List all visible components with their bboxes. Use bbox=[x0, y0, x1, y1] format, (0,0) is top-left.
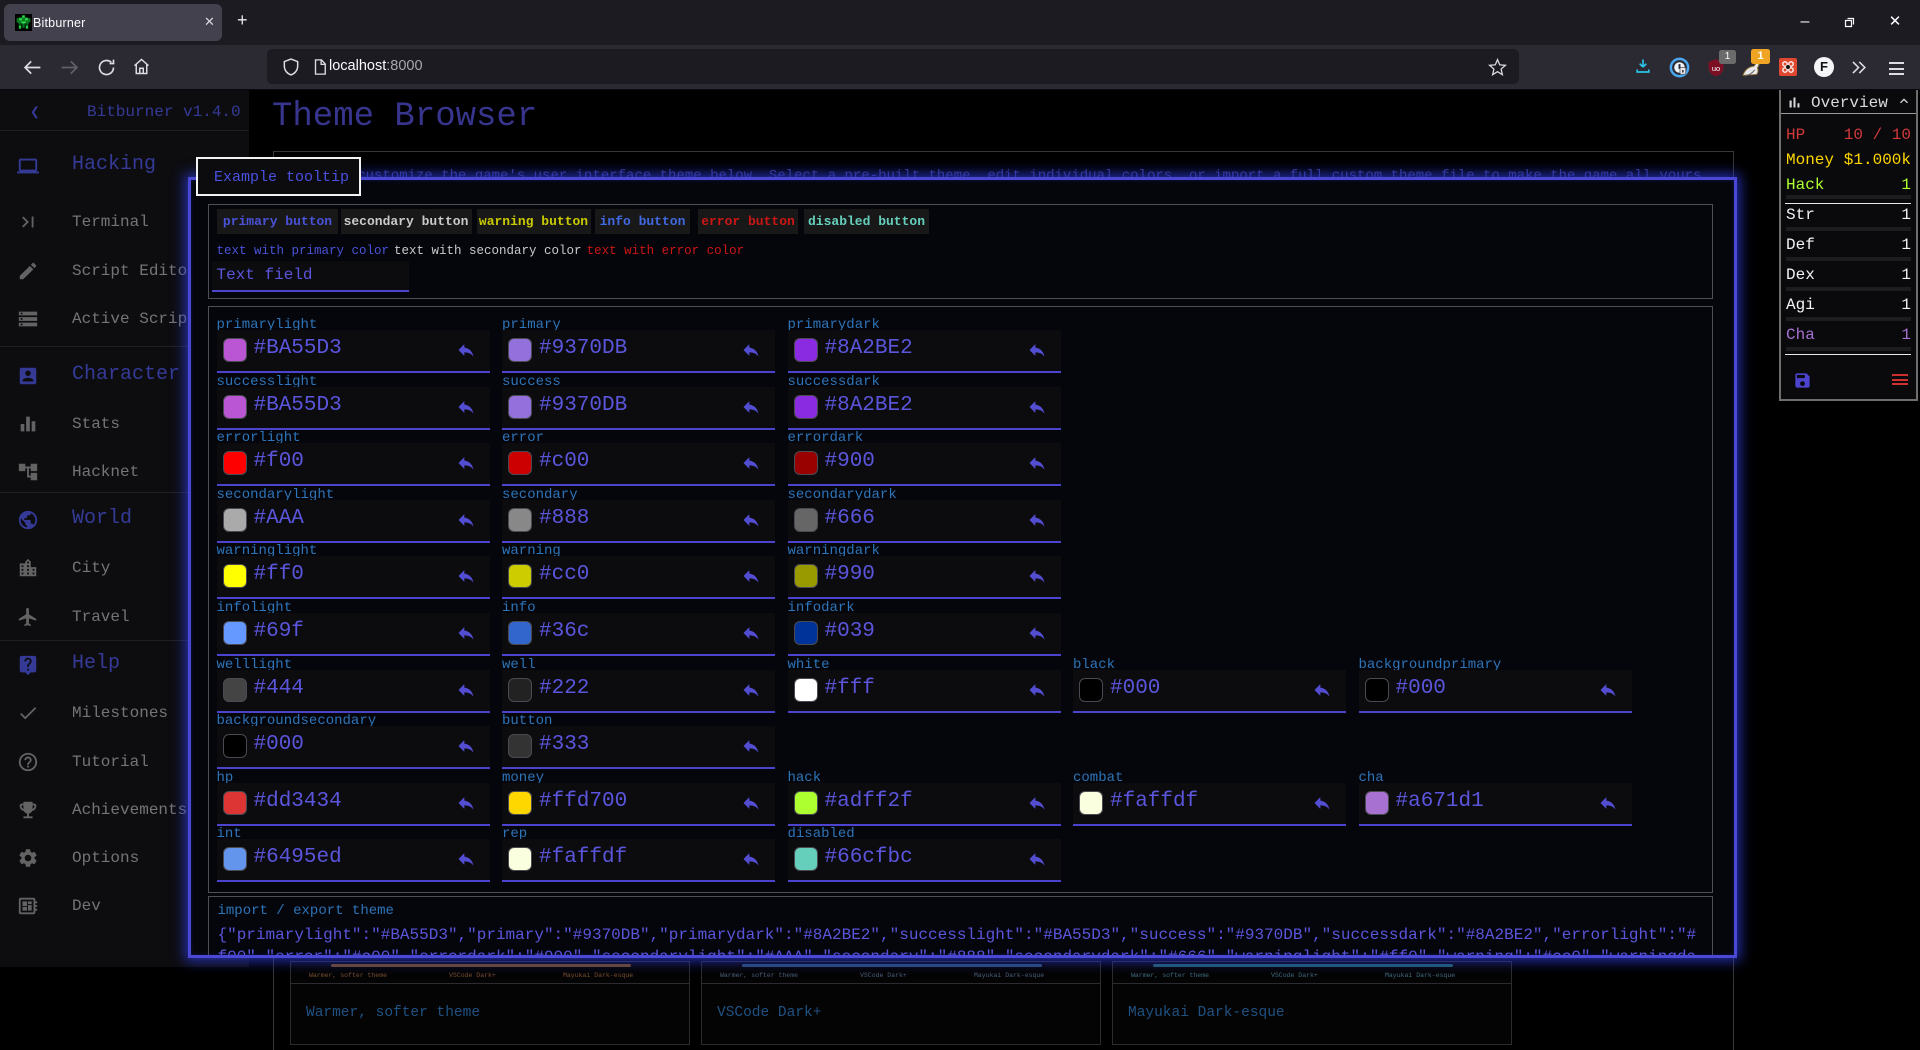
svg-text:uo: uo bbox=[1712, 64, 1720, 73]
